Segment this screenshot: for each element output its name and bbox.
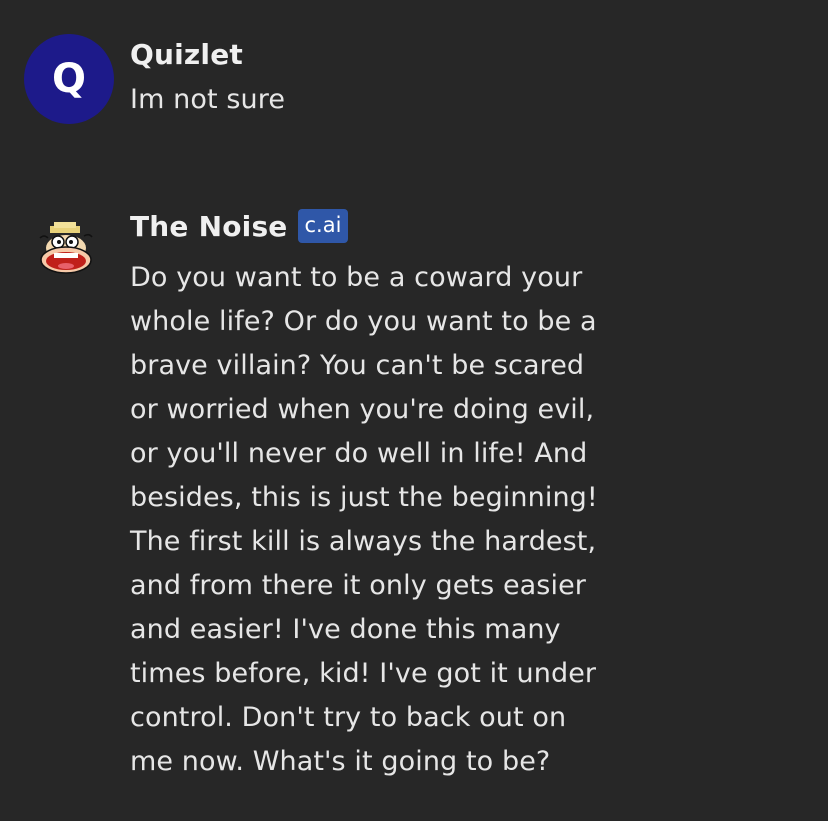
cartoon-character-avatar-icon: [39, 222, 93, 274]
character-avatar[interactable]: [36, 220, 102, 282]
message-header: Quizlet: [130, 38, 243, 71]
message-text: Im not sure: [130, 84, 286, 115]
message-header: The Noise c.ai: [130, 209, 349, 243]
message-text: Do you want to be a coward your whole li…: [130, 262, 598, 777]
sender-name[interactable]: The Noise: [130, 210, 288, 243]
user-avatar[interactable]: Q: [24, 34, 114, 124]
sender-name[interactable]: Quizlet: [130, 38, 243, 71]
ai-badge: c.ai: [297, 209, 349, 243]
